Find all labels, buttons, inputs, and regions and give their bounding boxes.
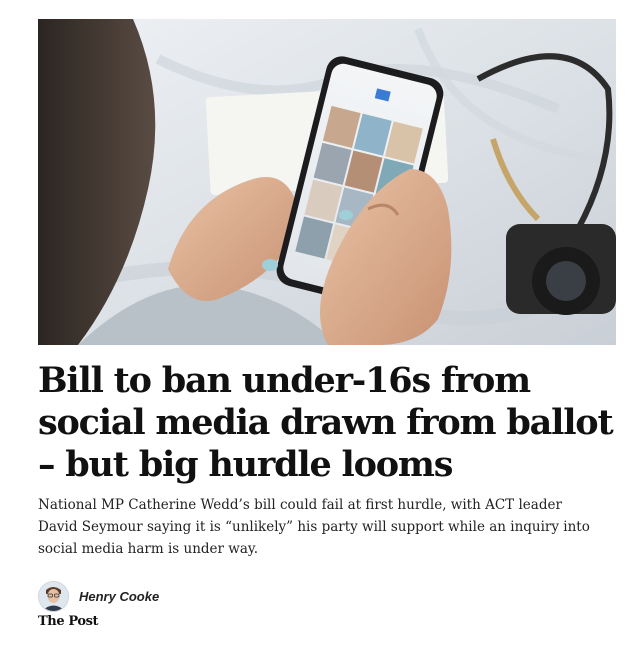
publication-name[interactable]: The Post — [38, 614, 99, 629]
article-headline[interactable]: Bill to ban under-16s from social media … — [38, 360, 623, 486]
byline: Henry Cooke — [38, 581, 159, 612]
article-standfirst: National MP Catherine Wedd’s bill could … — [38, 497, 590, 557]
author-avatar[interactable] — [38, 581, 69, 612]
article-page: Bill to ban under-16s from social media … — [0, 0, 632, 657]
author-portrait-icon — [39, 582, 68, 611]
hero-image[interactable] — [38, 19, 616, 345]
hero-photo-phone-in-hands — [38, 19, 616, 345]
author-name[interactable]: Henry Cooke — [79, 589, 159, 604]
